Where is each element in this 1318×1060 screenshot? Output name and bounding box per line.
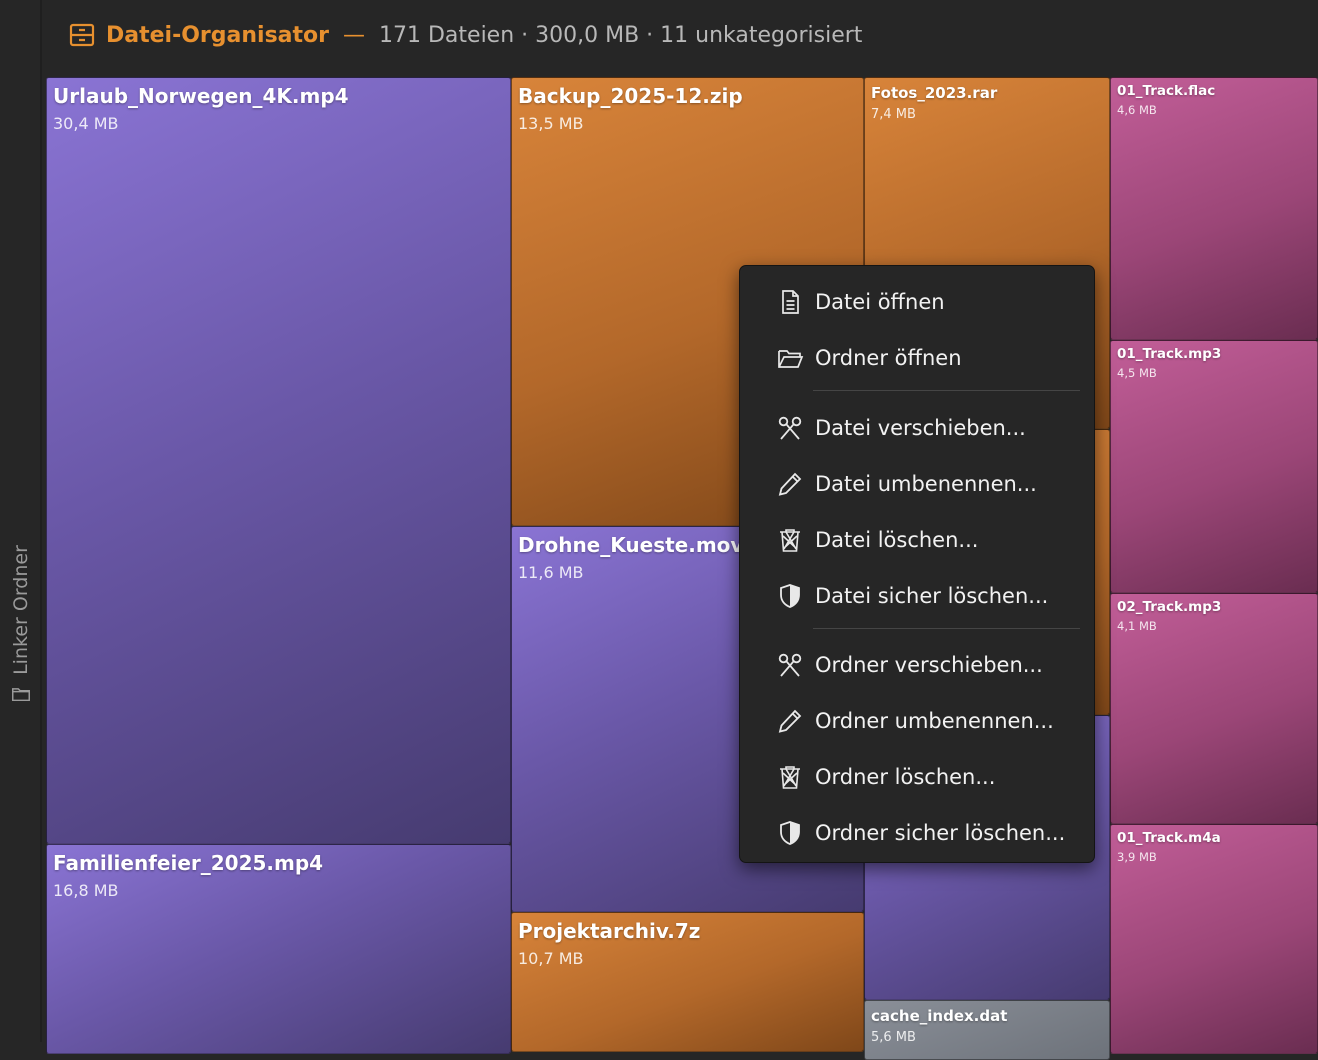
file-name: Projektarchiv.7z	[518, 919, 701, 943]
file-name: Familienfeier_2025.mp4	[53, 851, 324, 875]
pencil-icon	[778, 472, 802, 496]
file-tile-projektarchiv[interactable]: Projektarchiv.7z 10,7 MB	[511, 912, 864, 1052]
file-name: Fotos_2023.rar	[871, 84, 998, 102]
file-tile-urlaub-norwegen[interactable]: Urlaub_Norwegen_4K.mp4 30,4 MB	[46, 77, 511, 844]
menu-item-label: Ordner löschen...	[815, 765, 996, 789]
menu-item-label: Datei sicher löschen...	[815, 584, 1049, 608]
file-size: 16,8 MB	[53, 881, 119, 900]
menu-item-label: Datei umbenennen...	[815, 472, 1037, 496]
file-size: 3,9 MB	[1117, 850, 1157, 864]
file-name: cache_index.dat	[871, 1007, 1008, 1025]
context-menu: Datei öffnen Ordner öffnen Datei verschi…	[739, 265, 1095, 863]
file-size: 4,6 MB	[1117, 103, 1157, 117]
menu-item-secure-delete-folder[interactable]: Ordner sicher löschen...	[740, 807, 1094, 859]
treemap: Urlaub_Norwegen_4K.mp4 30,4 MB Familienf…	[0, 0, 1318, 1060]
file-name: Backup_2025-12.zip	[518, 84, 743, 108]
file-tile-cache-index[interactable]: cache_index.dat 5,6 MB	[864, 1000, 1110, 1060]
file-size: 11,6 MB	[518, 563, 584, 582]
file-name: 01_Track.flac	[1117, 83, 1216, 99]
folder-open-icon	[778, 350, 804, 368]
file-name: 01_Track.m4a	[1117, 830, 1221, 846]
trash-icon	[780, 529, 800, 552]
file-size: 10,7 MB	[518, 949, 584, 968]
menu-item-open-folder[interactable]: Ordner öffnen	[740, 332, 1094, 384]
pencil-icon	[778, 709, 802, 733]
file-size: 30,4 MB	[53, 114, 119, 133]
file-name: Urlaub_Norwegen_4K.mp4	[53, 84, 349, 108]
file-size: 4,5 MB	[1117, 366, 1157, 380]
scissors-icon	[778, 416, 802, 440]
file-tile-01-track-mp3[interactable]: 01_Track.mp3 4,5 MB	[1110, 340, 1318, 593]
menu-item-label: Ordner öffnen	[815, 346, 962, 370]
menu-item-label: Ordner verschieben...	[815, 653, 1043, 677]
file-size: 13,5 MB	[518, 114, 584, 133]
menu-separator	[813, 390, 1080, 391]
file-size: 4,1 MB	[1117, 619, 1157, 633]
menu-item-delete-folder[interactable]: Ordner löschen...	[740, 751, 1094, 803]
file-tile-02-track-mp3[interactable]: 02_Track.mp3 4,1 MB	[1110, 593, 1318, 824]
menu-item-secure-delete-file[interactable]: Datei sicher löschen...	[740, 570, 1094, 622]
menu-item-move-file[interactable]: Datei verschieben...	[740, 402, 1094, 454]
menu-item-label: Ordner sicher löschen...	[815, 821, 1066, 845]
shield-icon	[780, 584, 800, 608]
file-tile-familienfeier[interactable]: Familienfeier_2025.mp4 16,8 MB	[46, 844, 511, 1054]
file-size: 7,4 MB	[871, 107, 916, 122]
file-tile-01-track-m4a[interactable]: 01_Track.m4a 3,9 MB	[1110, 824, 1318, 1054]
menu-separator	[813, 628, 1080, 629]
file-name: Drohne_Kueste.mov	[518, 533, 744, 557]
file-tile-01-track-flac[interactable]: 01_Track.flac 4,6 MB	[1110, 77, 1318, 340]
file-name: 01_Track.mp3	[1117, 346, 1222, 362]
menu-item-move-folder[interactable]: Ordner verschieben...	[740, 639, 1094, 691]
shield-icon	[780, 821, 800, 845]
menu-item-label: Ordner umbenennen...	[815, 709, 1054, 733]
trash-icon	[780, 766, 800, 789]
menu-item-delete-file[interactable]: Datei löschen...	[740, 514, 1094, 566]
menu-item-open-file[interactable]: Datei öffnen	[740, 276, 1094, 328]
file-name: 02_Track.mp3	[1117, 599, 1222, 615]
menu-item-rename-folder[interactable]: Ordner umbenennen...	[740, 695, 1094, 747]
file-icon	[782, 290, 799, 314]
menu-item-label: Datei löschen...	[815, 528, 979, 552]
menu-item-rename-file[interactable]: Datei umbenennen...	[740, 458, 1094, 510]
menu-item-label: Datei verschieben...	[815, 416, 1026, 440]
scissors-icon	[778, 653, 802, 677]
menu-item-label: Datei öffnen	[815, 290, 945, 314]
file-size: 5,6 MB	[871, 1030, 916, 1045]
